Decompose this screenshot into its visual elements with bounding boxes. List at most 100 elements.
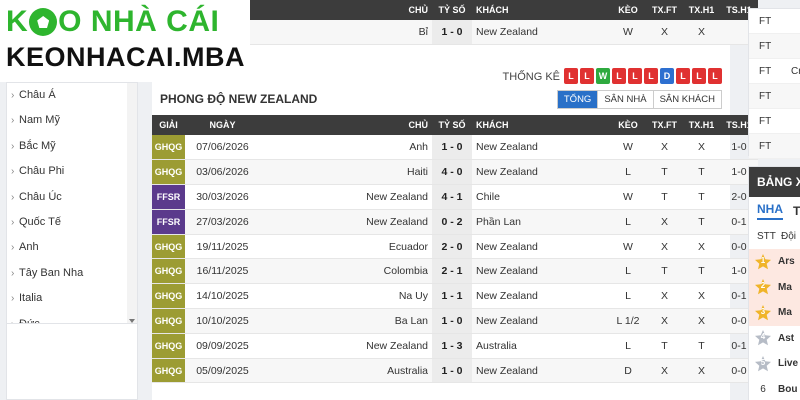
txh1-cell: T [683,184,720,210]
keo-cell: W [610,184,646,210]
away-team[interactable]: New Zealand [472,308,610,334]
team-name[interactable]: Ma [778,307,792,318]
txft-cell: X [646,308,683,334]
home-team[interactable]: Ecuador [260,234,432,260]
home-team[interactable]: Haiti [260,159,432,186]
col-keo: KÈO [610,0,646,20]
live-match-row[interactable]: FT [749,34,800,59]
tab-nha[interactable]: NHA [757,202,783,220]
txh1-cell: X [683,234,720,260]
keo-cell: W [610,234,646,260]
sidebar-item[interactable]: Quốc Tế [7,210,137,236]
league-badge[interactable]: FFSR [152,184,185,210]
live-match-row[interactable]: FT [749,84,800,109]
league-badge[interactable]: GHQG [152,234,185,260]
sidebar-item[interactable]: Nam Mỹ [7,108,137,134]
sidebar-item[interactable]: Anh [7,235,137,261]
away-team[interactable]: Phần Lan [472,209,610,235]
score-cell[interactable]: 2 - 0 [432,234,472,260]
team-name[interactable]: Live [778,358,798,369]
away-team[interactable]: New Zealand [472,283,610,310]
table-row[interactable]: FFSR 27/03/2026 New Zealand 0 - 2 Phần Lan L X… [152,209,758,235]
team-name[interactable]: Ast [778,333,794,344]
team-name[interactable]: Bou [778,384,797,395]
standings-title: BẢNG XẾ [749,167,800,197]
site-logo[interactable]: K O NHÀ CÁI KEONHACAI.MBA [0,0,250,82]
sidebar-item[interactable]: Tây Ban Nha [7,261,137,287]
home-team[interactable]: New Zealand [260,333,432,359]
live-match-row[interactable]: FT Cr [749,59,800,84]
score-cell[interactable]: 1 - 0 [432,358,472,384]
table-row[interactable]: GHQG 16/11/2025 Colombia 2 - 1 New Zealand L T… [152,258,758,285]
league-badge[interactable]: FFSR [152,209,185,235]
date-cell: 05/09/2025 [185,358,260,384]
score-cell[interactable]: 4 - 0 [432,159,472,186]
standings-row[interactable]: 2 Ma [749,274,800,300]
away-team[interactable]: New Zealand [472,20,610,46]
sidebar-item[interactable]: Châu Phi [7,159,137,185]
league-badge[interactable]: GHQG [152,358,185,384]
live-match-row[interactable]: FT [749,9,800,34]
sidebar-item[interactable]: Châu Á [7,83,137,109]
sidebar-scrollbar[interactable] [127,83,137,323]
sidebar-item[interactable]: Đức [7,312,137,323]
away-team[interactable]: New Zealand [472,358,610,384]
away-team[interactable]: Australia [472,333,610,359]
live-match-row[interactable]: FT [749,109,800,134]
sidebar-item[interactable]: Italia [7,286,137,312]
form-badge: D [660,68,674,84]
rank-number: 3 [760,306,766,316]
home-team[interactable]: Ba Lan [260,308,432,334]
tab-other[interactable]: T [793,204,800,218]
home-team[interactable]: New Zealand [260,209,432,235]
league-badge[interactable]: GHQG [152,135,185,161]
standings-row[interactable]: 4 Ast [749,326,800,352]
tab-0[interactable]: TỔNG [557,91,598,108]
table-row[interactable]: GHQG 14/10/2025 Na Uy 1 - 1 New Zealand L X X 0-… [152,283,758,310]
league-badge[interactable]: GHQG [152,283,185,310]
table-row[interactable]: FFSR 30/03/2026 New Zealand 4 - 1 Chile W T T 2-… [152,184,758,210]
live-match-row[interactable]: FT [749,134,800,159]
away-team[interactable]: New Zealand [472,159,610,186]
standings-row[interactable]: 5 Live [749,351,800,377]
score-cell[interactable]: 2 - 1 [432,258,472,285]
table-row[interactable]: GHQG 10/10/2025 Ba Lan 1 - 0 New Zealand L 1/… [152,308,758,334]
home-team[interactable]: Bỉ [260,20,432,46]
home-team[interactable]: Colombia [260,258,432,285]
table-row[interactable]: GHQG 07/06/2026 Anh 1 - 0 New Zealand W X X 1-0 [152,135,758,161]
standings-row[interactable]: 3 Ma [749,300,800,326]
txft-cell: T [646,333,683,359]
score-cell[interactable]: 1 - 0 [432,308,472,334]
team-name[interactable]: Ma [778,282,792,293]
standings-row[interactable]: 6 Bou [749,377,800,400]
sidebar-item[interactable]: Châu Úc [7,185,137,211]
table-row[interactable]: GHQG 19/11/2025 Ecuador 2 - 0 New Zealand W X X… [152,234,758,260]
home-team[interactable]: Anh [260,135,432,161]
table-row[interactable]: GHQG 05/09/2025 Australia 1 - 0 New Zealand D… [152,358,758,384]
scroll-down-icon[interactable] [129,319,135,323]
score-cell[interactable]: 4 - 1 [432,184,472,210]
home-team[interactable]: Australia [260,358,432,384]
league-badge[interactable]: GHQG [152,308,185,334]
logo-letter: K [6,5,29,38]
score-cell[interactable]: 0 - 2 [432,209,472,235]
league-badge[interactable]: GHQG [152,258,185,285]
away-team[interactable]: Chile [472,184,610,210]
home-team[interactable]: New Zealand [260,184,432,210]
home-team[interactable]: Na Uy [260,283,432,310]
score-cell[interactable]: 1 - 3 [432,333,472,359]
league-badge[interactable]: GHQG [152,333,185,359]
away-team[interactable]: New Zealand [472,258,610,285]
table-row[interactable]: GHQG 03/06/2026 Haiti 4 - 0 New Zealand L T T 1-… [152,159,758,186]
standings-row[interactable]: 1 Ars [749,249,800,275]
sidebar-item[interactable]: Bắc Mỹ [7,134,137,160]
tab-1[interactable]: SÂN NHÀ [597,91,653,108]
score-cell[interactable]: 1 - 1 [432,283,472,310]
score-cell[interactable]: 1 - 0 [432,135,472,161]
league-badge[interactable]: GHQG [152,159,185,186]
table-row[interactable]: GHQG 09/09/2025 New Zealand 1 - 3 Australia L… [152,333,758,359]
team-name[interactable]: Ars [778,256,795,267]
tab-2[interactable]: SÂN KHÁCH [652,91,721,108]
away-team[interactable]: New Zealand [472,234,610,260]
away-team[interactable]: New Zealand [472,135,610,161]
